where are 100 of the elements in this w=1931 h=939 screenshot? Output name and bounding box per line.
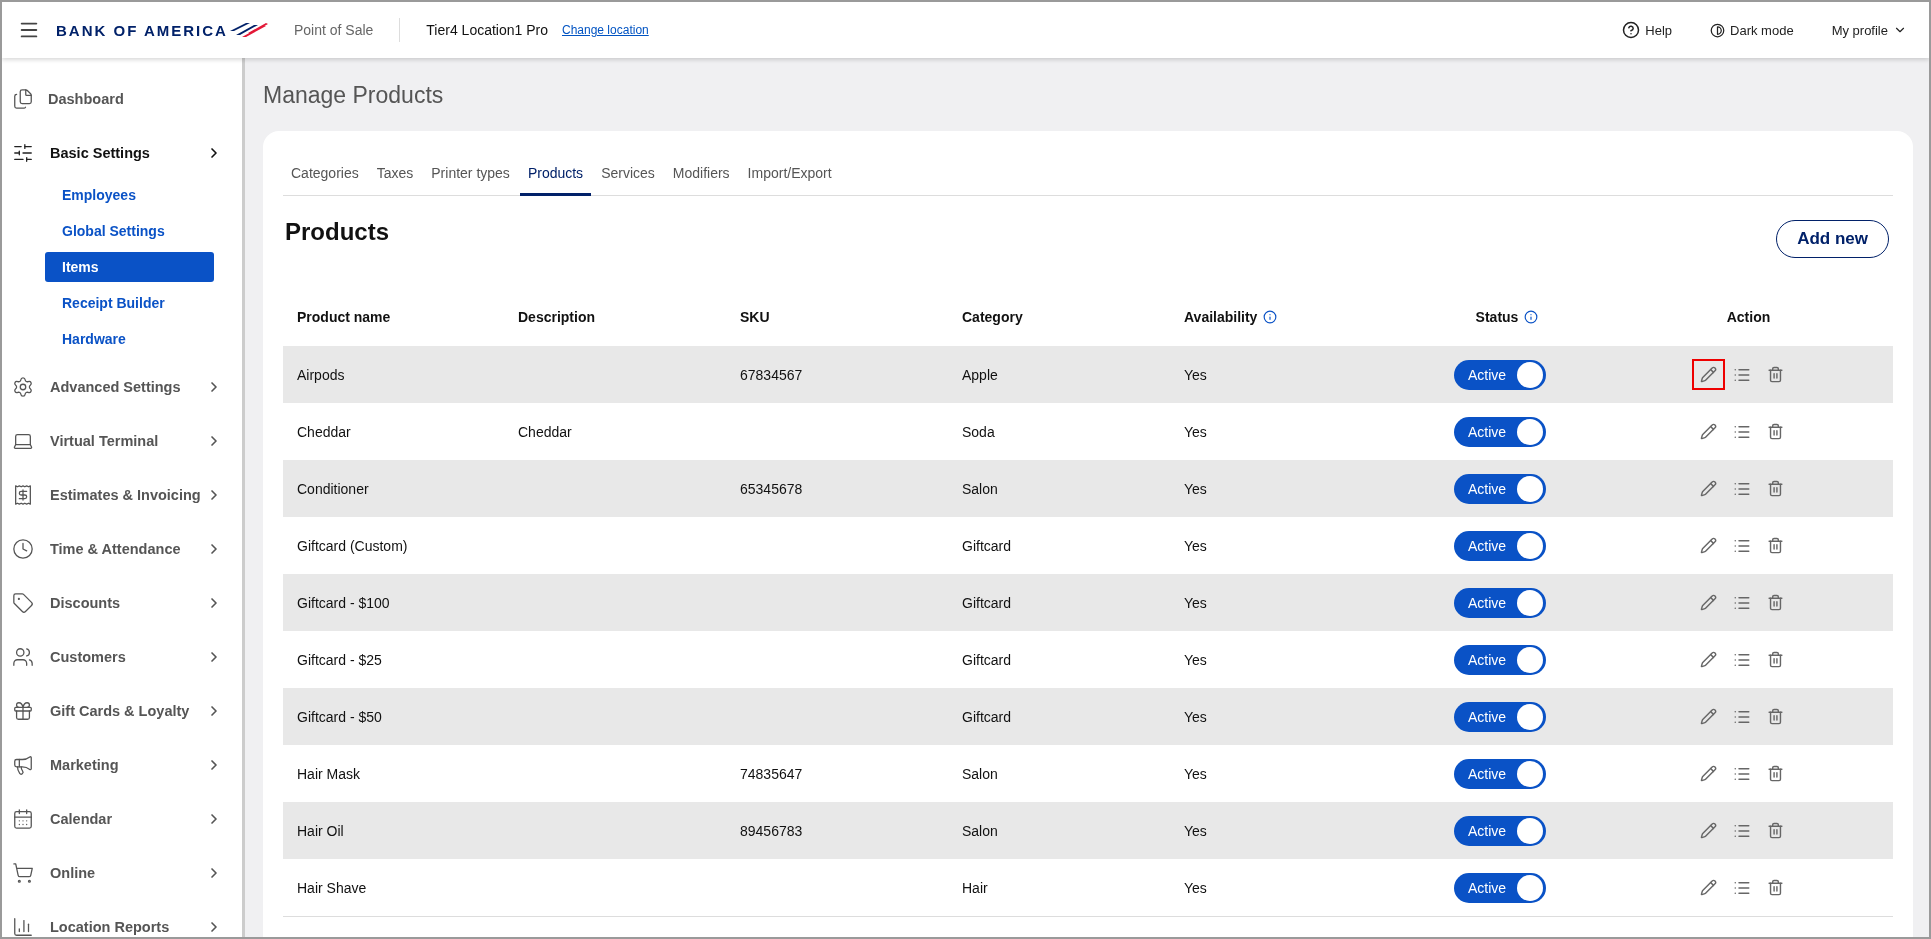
table-cell-text: Apple — [961, 366, 999, 383]
sidebar-subitem[interactable]: Hardware — [45, 324, 214, 354]
table-cell-text: Yes — [1183, 366, 1208, 383]
table-cell-text: 74835647 — [739, 765, 804, 782]
nav-icon — [12, 808, 34, 830]
status-toggle[interactable]: Active — [1454, 872, 1546, 903]
status-toggle[interactable]: Active — [1454, 473, 1546, 504]
dark-mode-button[interactable]: Dark mode — [1710, 22, 1794, 38]
table-cell-text: Giftcard - $100 — [296, 594, 391, 611]
sidebar-item[interactable]: Advanced Settings — [2, 360, 242, 414]
sidebar-item[interactable]: Basic Settings — [2, 126, 242, 180]
sidebar-subitem[interactable]: Receipt Builder — [45, 288, 214, 318]
nav-icon — [12, 376, 34, 398]
table-cell-text: Yes — [1183, 822, 1208, 839]
nav-icon — [12, 142, 34, 164]
section-title: Products — [285, 218, 389, 246]
tab[interactable]: Products — [519, 155, 592, 196]
table-cell-text: Yes — [1183, 879, 1208, 896]
nav-icon — [12, 88, 34, 110]
table-cell-text: 65345678 — [739, 480, 804, 497]
table-cell-text: Hair Oil — [296, 822, 345, 839]
table-cell-text: Conditioner — [296, 480, 370, 497]
table-cell-text: Giftcard — [961, 594, 1012, 611]
brand-name: BANK OF AMERICA — [56, 21, 228, 39]
sidebar-item[interactable]: Customers — [2, 630, 242, 684]
nav-icon — [12, 700, 34, 722]
column-header: Description — [518, 309, 595, 325]
table-cell-text: Airpods — [296, 366, 346, 383]
trash-icon — [1766, 879, 1784, 896]
info-icon[interactable] — [1524, 310, 1539, 324]
tab[interactable]: Taxes — [368, 155, 422, 196]
trash-icon — [1766, 651, 1784, 668]
nav-icon — [12, 538, 34, 560]
tab[interactable]: Services — [593, 155, 663, 196]
sidebar-subitem[interactable]: Items — [45, 252, 214, 282]
table-cell-text: Giftcard - $25 — [296, 651, 383, 668]
sidebar-subitem[interactable]: Global Settings — [45, 216, 214, 246]
table-cell-text: Giftcard — [961, 651, 1012, 668]
trash-icon — [1766, 366, 1784, 383]
pencil-icon — [1699, 879, 1717, 896]
table-cell-text: Giftcard — [961, 708, 1012, 725]
edit-button[interactable] — [1691, 359, 1725, 390]
nav-icon — [12, 754, 34, 776]
pencil-icon — [1699, 537, 1717, 554]
change-location-link[interactable]: Change location — [562, 23, 649, 37]
pencil-icon — [1699, 822, 1717, 839]
page-title: Manage Products — [263, 82, 445, 109]
tab[interactable]: Categories — [283, 155, 367, 196]
sidebar-item[interactable]: Time & Attendance — [2, 522, 242, 576]
status-toggle[interactable]: Active — [1454, 758, 1546, 789]
nav-icon — [12, 916, 34, 937]
table-cell-text: Yes — [1183, 708, 1208, 725]
column-header: Availability — [1184, 309, 1258, 325]
sidebar-item[interactable]: Online — [2, 846, 242, 900]
table-cell-text: 67834567 — [739, 366, 804, 383]
pencil-icon — [1699, 480, 1717, 497]
status-toggle[interactable]: Active — [1454, 815, 1546, 846]
tab[interactable]: Printer types — [423, 155, 518, 196]
table-cell-text: Hair Shave — [296, 879, 368, 896]
column-header: Category — [962, 309, 1023, 325]
sidebar-item[interactable]: Marketing — [2, 738, 242, 792]
tab[interactable]: Import/Export — [739, 155, 840, 196]
trash-icon — [1766, 594, 1784, 611]
table-cell-text: Giftcard - $50 — [296, 708, 383, 725]
sidebar-item[interactable]: Virtual Terminal — [2, 414, 242, 468]
add-new-button[interactable]: Add new — [1776, 220, 1889, 258]
tab[interactable]: Modifiers — [664, 155, 738, 196]
table-cell-text: Cheddar — [296, 423, 352, 440]
table-cell-text: Yes — [1183, 651, 1208, 668]
sidebar-item[interactable]: Gift Cards & Loyalty — [2, 684, 242, 738]
pencil-icon — [1699, 423, 1717, 440]
nav-icon — [12, 646, 34, 668]
status-toggle[interactable]: Active — [1454, 359, 1546, 390]
info-icon[interactable] — [1263, 310, 1278, 324]
table-cell-text: Yes — [1183, 537, 1208, 554]
sidebar-item[interactable]: Dashboard — [2, 72, 242, 126]
pencil-icon — [1699, 594, 1717, 611]
table-cell-text: 89456783 — [739, 822, 804, 839]
sidebar-item[interactable]: Estimates & Invoicing — [2, 468, 242, 522]
table-cell-text: Yes — [1183, 594, 1208, 611]
sidebar-item[interactable]: Discounts — [2, 576, 242, 630]
sidebar-item[interactable]: Location Reports — [2, 900, 242, 937]
table-cell-text: Cheddar — [517, 423, 573, 440]
profile-menu[interactable]: My profile — [1831, 22, 1907, 38]
app-name: Point of Sale — [293, 18, 401, 42]
trash-icon — [1766, 423, 1784, 440]
column-header: SKU — [740, 309, 770, 325]
status-toggle[interactable]: Active — [1454, 644, 1546, 675]
pencil-icon — [1699, 708, 1717, 725]
status-toggle[interactable]: Active — [1454, 416, 1546, 447]
status-toggle[interactable]: Active — [1454, 530, 1546, 561]
help-button[interactable]: Help — [1622, 21, 1673, 39]
status-toggle[interactable]: Active — [1454, 587, 1546, 618]
status-toggle[interactable]: Active — [1454, 701, 1546, 732]
column-header: Status — [1475, 309, 1519, 325]
pencil-icon — [1699, 765, 1717, 782]
sidebar-item[interactable]: Calendar — [2, 792, 242, 846]
sidebar-subitem[interactable]: Employees — [45, 180, 214, 210]
nav-icon — [12, 862, 34, 884]
help-icon — [1622, 21, 1641, 39]
